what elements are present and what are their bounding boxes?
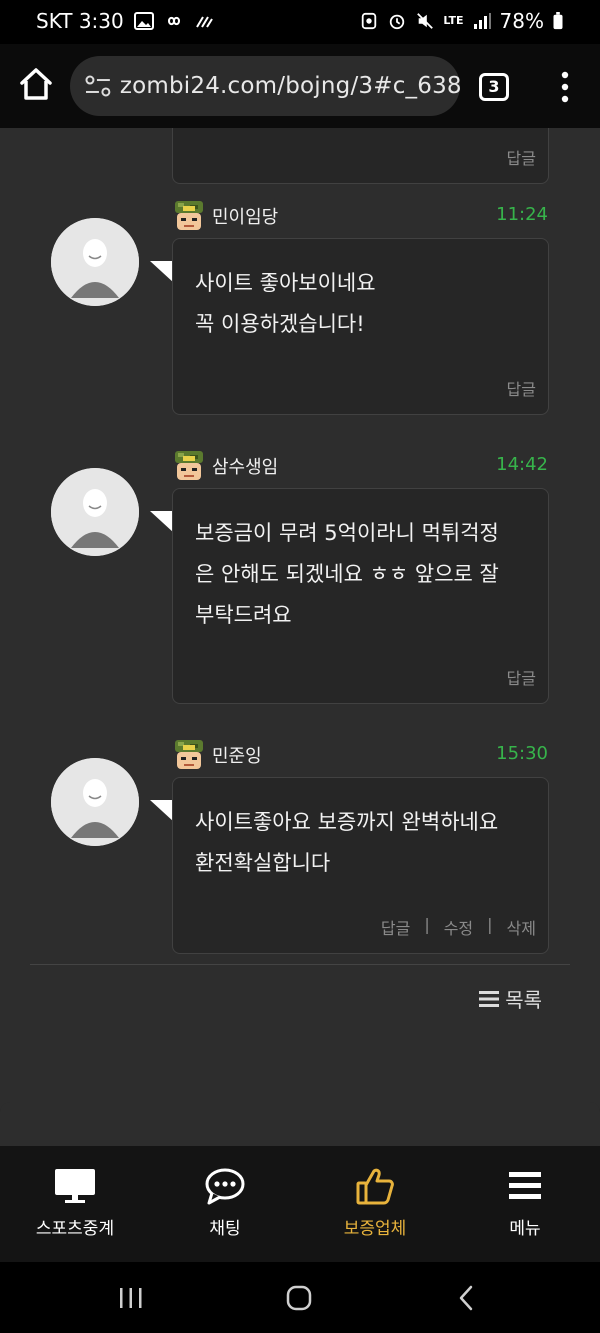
comment-time: 11:24	[496, 204, 548, 225]
edit-link[interactable]: 수정	[444, 915, 473, 939]
url-text[interactable]: zombi24.com/bojng/3#c_638	[120, 73, 460, 99]
chat-bubble-icon	[205, 1168, 245, 1205]
comment-actions: 답글	[507, 376, 536, 400]
network-type: LTE	[443, 14, 464, 27]
recent-apps-icon[interactable]	[116, 1284, 146, 1312]
comment-time: 14:42	[496, 454, 548, 475]
action-separator: |	[487, 915, 493, 934]
comment-author: 민이임당	[172, 199, 278, 233]
action-separator: |	[424, 915, 430, 934]
default-avatar-icon	[51, 758, 139, 846]
browser-toolbar: zombi24.com/bojng/3#c_638 3	[0, 44, 600, 128]
nav-label: 보증업체	[343, 1219, 407, 1239]
reply-link[interactable]: 답글	[507, 665, 536, 689]
status-bar: SKT 3:30 LTE 78%	[0, 0, 600, 44]
bubble-tail	[150, 261, 174, 283]
comment-bubble: 사이트 좋아보이네요 꼭 이용하겠습니다! 답글	[172, 238, 549, 415]
comment-actions: 답글	[507, 145, 536, 169]
author-name[interactable]: 민준잉	[212, 742, 262, 768]
site-settings-icon[interactable]	[82, 74, 116, 98]
list-button[interactable]: 목록	[479, 984, 542, 1013]
list-icon	[479, 990, 500, 1007]
next-section-panel	[0, 1102, 600, 1146]
nav-label: 메뉴	[509, 1219, 541, 1239]
signal-icon	[473, 13, 491, 29]
more-vert-icon[interactable]	[555, 70, 575, 104]
default-avatar-icon	[51, 468, 139, 556]
comment-author: 삼수생임	[172, 449, 278, 483]
monitor-icon	[55, 1169, 95, 1203]
bottom-navigation: 스포츠중계 채팅 보증업체 메뉴	[0, 1146, 600, 1262]
alarm-icon	[390, 14, 405, 30]
home-icon[interactable]	[16, 64, 56, 104]
nav-label: 채팅	[209, 1219, 241, 1239]
back-icon[interactable]	[452, 1284, 482, 1312]
delete-link[interactable]: 삭제	[507, 915, 536, 939]
reply-link[interactable]: 답글	[507, 376, 536, 400]
data-saver-icon	[195, 16, 213, 28]
author-name[interactable]: 민이임당	[212, 203, 278, 229]
list-button-label: 목록	[505, 988, 542, 1012]
nav-chat[interactable]: 채팅	[150, 1146, 300, 1262]
page-content: 답글 민이임당 11:24 사이트 좋아보이네요 꼭 이용하겠습니다! 답글 삼…	[0, 128, 600, 1146]
carrier-time: SKT 3:30	[36, 9, 124, 33]
soldier-level-icon	[175, 740, 203, 769]
comments-panel: 답글 민이임당 11:24 사이트 좋아보이네요 꼭 이용하겠습니다! 답글 삼…	[0, 128, 600, 1118]
comment-bubble: 보증금이 무려 5억이라니 먹튀걱정 은 안해도 되겠네요 ㅎㅎ 앞으로 잘 부…	[172, 488, 549, 704]
comment-actions: 답글 | 수정 | 삭제	[381, 915, 536, 939]
address-bar[interactable]: zombi24.com/bojng/3#c_638	[70, 56, 460, 116]
comment-time: 15:30	[496, 743, 548, 764]
thumbs-up-icon	[356, 1168, 394, 1205]
reply-link[interactable]: 답글	[507, 145, 536, 169]
status-right: LTE 78%	[359, 9, 564, 33]
comment-text: 보증금이 무려 5억이라니 먹튀걱정 은 안해도 되겠네요 ㅎㅎ 앞으로 잘 부…	[195, 521, 499, 627]
reply-link[interactable]: 답글	[381, 915, 410, 939]
comment-author: 민준잉	[172, 738, 262, 772]
system-navigation-bar	[0, 1262, 600, 1333]
avatar	[51, 218, 139, 306]
avatar	[51, 758, 139, 846]
gallery-icon	[133, 12, 154, 30]
mute-icon	[417, 13, 434, 29]
soldier-level-icon	[175, 451, 203, 480]
battery-icon	[553, 12, 563, 30]
avatar	[51, 468, 139, 556]
home-circle-icon[interactable]	[284, 1284, 314, 1312]
bubble-tail	[150, 800, 174, 822]
tab-switcher-button[interactable]: 3	[479, 73, 509, 101]
nav-sports-broadcast[interactable]: 스포츠중계	[0, 1146, 150, 1262]
divider	[30, 964, 570, 965]
bubble-tail	[150, 511, 174, 533]
default-avatar-icon	[51, 218, 139, 306]
nav-menu[interactable]: 메뉴	[450, 1146, 600, 1262]
soldier-level-icon	[175, 201, 203, 230]
link-icon	[167, 16, 180, 26]
hamburger-icon	[509, 1172, 541, 1199]
author-name[interactable]: 삼수생임	[212, 453, 278, 479]
comment-actions: 답글	[507, 665, 536, 689]
comment-text: 사이트좋아요 보증까지 완벽하네요 환전확실합니다	[195, 810, 499, 875]
nav-verified-companies[interactable]: 보증업체	[300, 1146, 450, 1262]
status-left: SKT 3:30	[36, 9, 214, 33]
battery-level: 78%	[499, 9, 544, 33]
comment-bubble: 답글	[172, 128, 549, 184]
comment-text: 사이트 좋아보이네요 꼭 이용하겠습니다!	[195, 271, 376, 336]
comment-bubble: 사이트좋아요 보증까지 완벽하네요 환전확실합니다 답글 | 수정 | 삭제	[172, 777, 549, 954]
nav-label: 스포츠중계	[35, 1219, 115, 1239]
vpn-icon	[362, 12, 377, 30]
